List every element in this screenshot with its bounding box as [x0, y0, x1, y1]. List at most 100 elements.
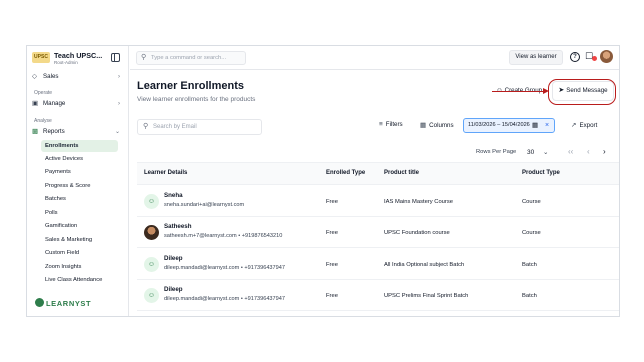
chevron-right-icon: › [118, 74, 120, 80]
sidebar-item-progress-score[interactable]: Progress & Score [41, 180, 118, 192]
product-title: UPSC Foundation course [384, 230, 450, 236]
user-avatar[interactable] [600, 50, 613, 63]
sidebar-item-gamification[interactable]: Gamification [41, 220, 118, 232]
table-row[interactable]: ☺ Sneha sneha.sundari+ai@learnyst.com Fr… [137, 186, 619, 217]
column-header: Learner Details [144, 170, 188, 176]
brand-name: LEARNYST [46, 299, 92, 308]
help-icon[interactable]: ? [570, 52, 580, 62]
product-type: Course [522, 230, 541, 236]
email-search-input[interactable]: ⚲ Search by Email [137, 119, 262, 135]
sidebar-item-manage[interactable]: ▣ Manage › [32, 98, 124, 110]
chevron-down-icon[interactable]: ⌄ [543, 148, 548, 156]
sidebar-item-payments[interactable]: Payments [41, 166, 118, 178]
annotation-arrow [492, 91, 546, 93]
rows-per-page-select[interactable]: 30 [527, 149, 534, 156]
sidebar-item-active-devices[interactable]: Active Devices [41, 153, 118, 165]
learner-name: Sneha [164, 192, 183, 199]
sidebar-item-label: Reports [43, 128, 65, 135]
email-search-placeholder: Search by Email [153, 124, 197, 130]
sidebar-item-batches[interactable]: Batches [41, 193, 118, 205]
first-page-icon[interactable]: ‹‹ [568, 147, 573, 156]
notification-dot [592, 56, 597, 61]
annotation-highlight-circle [548, 79, 616, 105]
table-header: Learner Details Enrolled Type Product ti… [137, 162, 619, 185]
export-icon: ↗ [571, 122, 577, 129]
bar-chart-icon: ▩ [32, 128, 39, 135]
main-content: Learner Enrollments View learner enrollm… [130, 71, 619, 316]
product-type: Batch [522, 293, 537, 299]
sidebar-item-sales[interactable]: ◇ Sales › [32, 71, 124, 83]
column-header: Product title [384, 170, 420, 176]
avatar [144, 225, 159, 240]
chevron-down-icon: ⌄ [114, 129, 120, 135]
export-button[interactable]: ↗ Export [571, 121, 597, 129]
search-icon: ⚲ [141, 54, 147, 61]
filters-button[interactable]: ≡ Filters [379, 121, 403, 128]
page-subtitle: View learner enrollments for the product… [137, 96, 256, 103]
column-header: Enrolled Type [326, 170, 366, 176]
table-row[interactable]: ☺ Dileep dileep.mandadi@learnyst.com • +… [137, 249, 619, 280]
user-icon: ☺ [144, 194, 159, 209]
learner-contact: sneha.sundari+ai@learnyst.com [164, 202, 245, 208]
enrolled-type: Free [326, 262, 338, 268]
page-title: Learner Enrollments [137, 80, 244, 92]
sidebar-item-zoom-insights[interactable]: Zoom Insights [41, 261, 118, 273]
sidebar-item-label: Sales [43, 73, 59, 80]
prev-page-icon[interactable]: ‹ [587, 147, 590, 156]
enrolled-type: Free [326, 199, 338, 205]
column-header: Product Type [522, 170, 560, 176]
learner-name: Dileep [164, 255, 183, 262]
next-page-icon[interactable]: › [603, 147, 606, 156]
learner-contact: dileep.mandadi@learnyst.com • +917396437… [164, 265, 285, 271]
sidebar: UPSC Teach UPSC... Root-Admin ◇ Sales › O… [27, 46, 129, 316]
sidebar-item-sales-marketing[interactable]: Sales & Marketing [41, 234, 118, 246]
learner-contact: satheesh.m+7@learnyst.com • +91987654321… [164, 233, 283, 239]
product-title: All India Optional subject Batch [384, 262, 465, 268]
learner-contact: dileep.mandadi@learnyst.com • +917396437… [164, 296, 285, 302]
columns-icon: ▦ [420, 122, 427, 129]
user-icon: ☺ [144, 288, 159, 303]
product-type: Course [522, 199, 541, 205]
view-as-learner-button[interactable]: View as learner [509, 50, 563, 65]
app-window: UPSC Teach UPSC... Root-Admin ◇ Sales › O… [26, 45, 620, 317]
command-search-input[interactable]: ⚲ Type a command or search... [136, 51, 246, 65]
table-row[interactable]: Satheesh satheesh.m+7@learnyst.com • +91… [137, 217, 619, 248]
sidebar-item-enrollments[interactable]: Enrollments [41, 140, 118, 152]
section-operate: Operate [34, 90, 53, 96]
clear-date-icon[interactable]: × [545, 119, 549, 132]
tag-icon: ◇ [32, 73, 37, 80]
sidebar-item-live-class-attendance[interactable]: Live Class Attendance [41, 274, 118, 286]
org-role: Root-Admin [54, 60, 78, 65]
chevron-right-icon: › [118, 101, 120, 107]
sidebar-item-label: Manage [43, 100, 66, 107]
date-range-picker[interactable]: 11/03/2026 – 15/04/2026 ▦ × [463, 118, 555, 133]
rows-per-page-label: Rows Per Page [476, 149, 517, 155]
date-range-value: 11/03/2026 – 15/04/2026 [468, 122, 530, 128]
briefcase-icon: ▣ [32, 100, 39, 107]
learner-name: Dileep [164, 286, 183, 293]
sliders-icon: ≡ [379, 121, 383, 128]
table-row[interactable]: ☺ Dileep dileep.mandadi@learnyst.com • +… [137, 280, 619, 311]
learner-name: Satheesh [164, 223, 192, 230]
user-icon: ☺ [144, 257, 159, 272]
export-label: Export [579, 122, 598, 129]
columns-label: Columns [429, 122, 454, 129]
brand-mark-icon [35, 298, 44, 307]
search-icon: ⚲ [143, 123, 149, 130]
org-title: Teach UPSC... [54, 51, 103, 60]
sidebar-item-custom-field[interactable]: Custom Field [41, 247, 118, 259]
top-bar: ⚲ Type a command or search... View as lea… [130, 46, 619, 70]
sidebar-toggle-icon[interactable] [111, 53, 120, 62]
sidebar-item-polls[interactable]: Polls [41, 207, 118, 219]
calendar-icon[interactable]: ▦ [532, 119, 538, 132]
brand-logo: LEARNYST [35, 298, 91, 308]
org-logo: UPSC [32, 52, 50, 63]
columns-button[interactable]: ▦ Columns [420, 121, 454, 129]
enrolled-type: Free [326, 293, 338, 299]
command-search-placeholder: Type a command or search... [151, 55, 227, 61]
sidebar-item-reports[interactable]: ▩ Reports ⌄ [32, 126, 124, 138]
section-analyse: Analyse [34, 118, 52, 124]
product-title: UPSC Prelims Final Sprint Batch [384, 293, 469, 299]
product-type: Batch [522, 262, 537, 268]
filters-label: Filters [385, 121, 403, 128]
